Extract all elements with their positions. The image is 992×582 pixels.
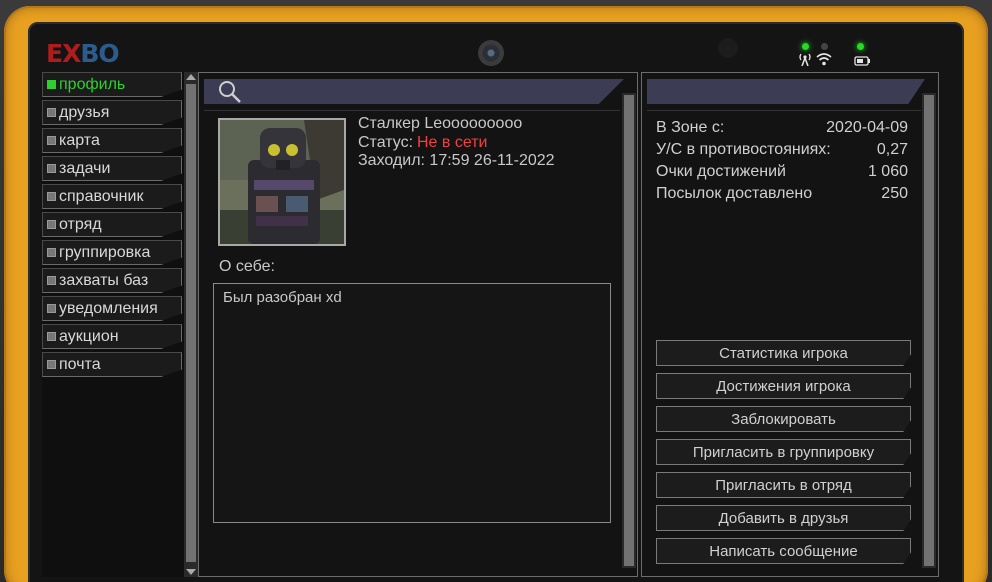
stats-scroll-thumb[interactable] [924,95,934,566]
about-text: Был разобран xd [223,289,342,306]
nav-item-profile[interactable]: профиль [42,72,182,97]
nav-item-notifications[interactable]: уведомления [42,296,182,321]
square-icon [47,248,56,257]
exbo-logo: EX BO [46,38,120,68]
player-achievements-button[interactable]: Достижения игрока [656,373,911,399]
stats-scrollbar[interactable] [922,93,936,568]
stat-row-kd: У/С в противостояниях: 0,27 [656,141,908,158]
about-textbox[interactable]: Был разобран xd [213,283,611,523]
player-stats-button[interactable]: Статистика игрока [656,340,911,366]
invite-squad-button[interactable]: Пригласить в отряд [656,472,911,498]
square-icon [47,304,56,313]
nav-item-tasks[interactable]: задачи [42,156,182,181]
nav-item-mail[interactable]: почта [42,352,182,377]
nav-item-faction[interactable]: группировка [42,240,182,265]
status-label: Статус: [358,134,414,151]
divider [647,110,921,111]
stat-row-parcels: Посылок доставлено 250 [656,185,908,202]
divider [204,110,620,111]
signal-icon [799,53,811,66]
square-icon [47,136,56,145]
send-message-button[interactable]: Написать сообщение [656,538,911,564]
square-icon [47,192,56,201]
status-value: Не в сети [417,134,488,151]
scroll-up-icon[interactable] [186,74,196,80]
square-icon [47,108,56,117]
square-icon [47,80,56,89]
battery-icon [854,56,870,66]
status-led [802,43,809,50]
stats-panel-header [647,79,925,104]
nav-item-map[interactable]: карта [42,128,182,153]
side-nav: профиль друзья карта задачи справочник о… [42,72,198,577]
square-icon [47,276,56,285]
camera-lens [478,40,504,66]
profile-scroll-thumb[interactable] [624,95,634,566]
square-icon [47,332,56,341]
avatar [218,118,346,246]
nav-item-squad[interactable]: отряд [42,212,182,237]
add-friend-button[interactable]: Добавить в друзья [656,505,911,531]
invite-faction-button[interactable]: Пригласить в группировку [656,439,911,465]
scroll-down-icon[interactable] [186,569,196,575]
nav-item-base-capture[interactable]: захваты баз [42,268,182,293]
stat-row-in-zone: В Зоне с: 2020-04-09 [656,119,908,136]
last-seen: Заходил: 17:59 26-11-2022 [358,152,555,169]
square-icon [47,220,56,229]
power-led [857,43,864,50]
sensor-dot [718,38,738,58]
square-icon [47,164,56,173]
block-button[interactable]: Заблокировать [656,406,911,432]
player-name: Сталкер Leooooooooo [358,115,523,132]
square-icon [47,360,56,369]
nav-item-auction[interactable]: аукцион [42,324,182,349]
wifi-icon [816,53,832,66]
nav-item-friends[interactable]: друзья [42,100,182,125]
profile-panel-header [204,79,624,104]
status-led-off [821,43,828,50]
stat-row-achievements: Очки достижений 1 060 [656,163,908,180]
nav-item-reference[interactable]: справочник [42,184,182,209]
about-label: О себе: [219,258,275,275]
nav-scroll-thumb[interactable] [186,84,196,562]
stalker-avatar-image [220,120,344,244]
profile-scrollbar[interactable] [622,93,636,568]
nav-scrollbar[interactable] [184,72,198,577]
search-icon[interactable] [217,79,243,105]
